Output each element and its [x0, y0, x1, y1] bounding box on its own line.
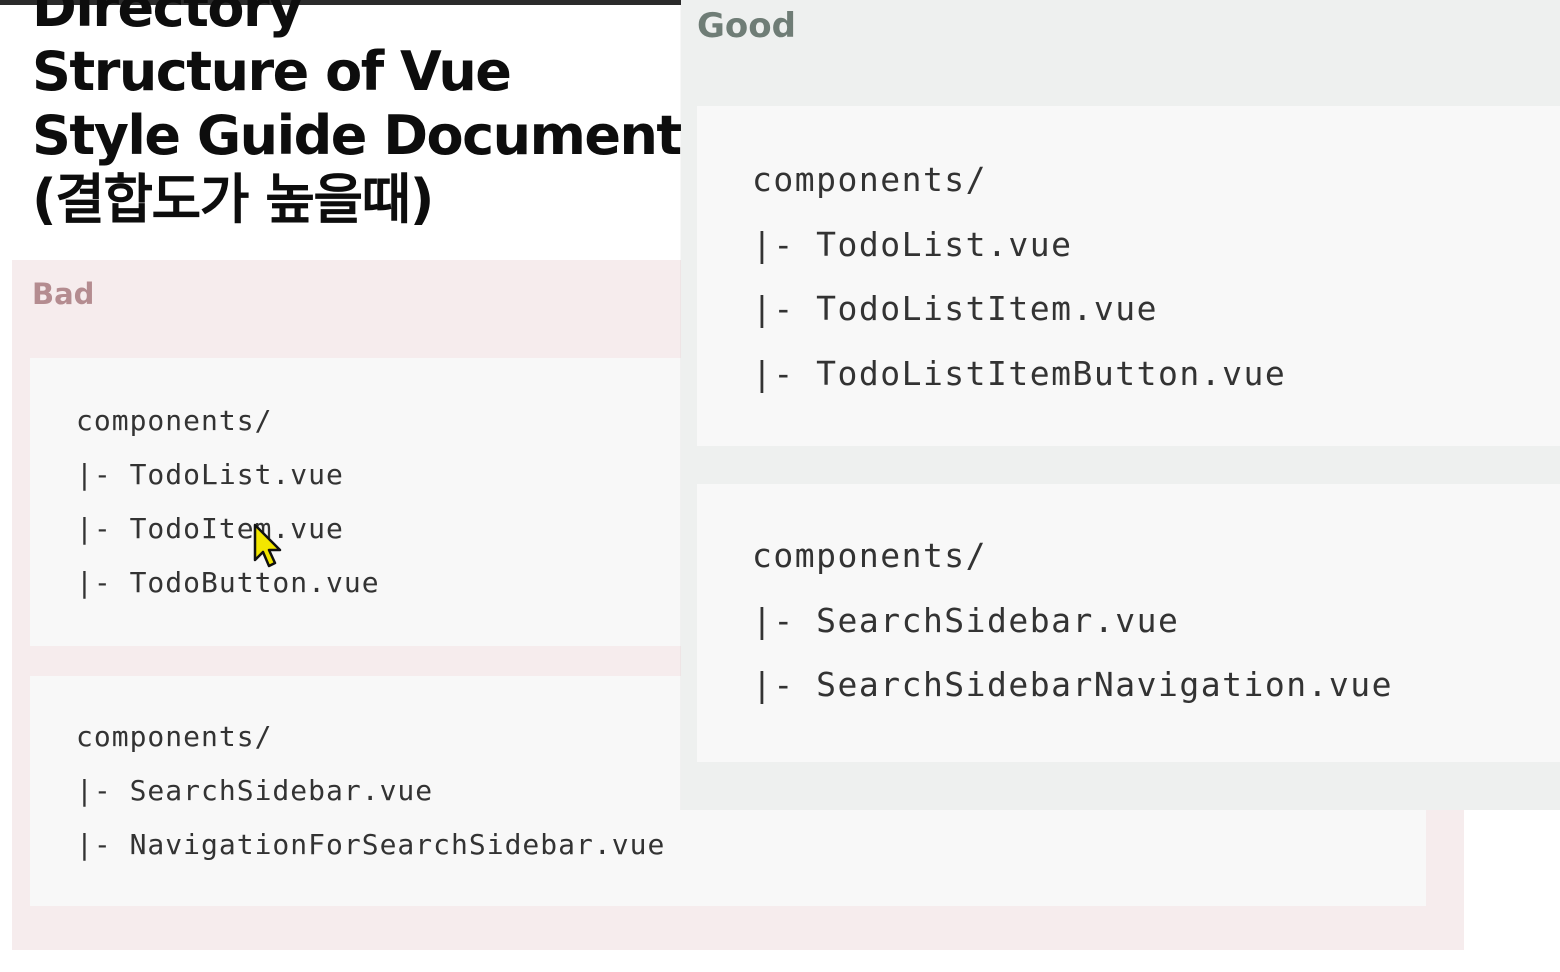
good-label: Good [697, 6, 796, 46]
code-line: |- SearchSidebar.vue [752, 600, 1180, 640]
code-line: |- TodoList.vue [76, 458, 344, 491]
good-example-section: Good components/ |- TodoList.vue |- Todo… [681, 0, 1560, 810]
code-line: |- SearchSidebar.vue [76, 774, 434, 807]
code-line: components/ [752, 536, 988, 575]
code-line: components/ [76, 404, 273, 437]
page-title-line: (결합도가 높을때) [32, 168, 434, 231]
code-line: |- TodoListItemButton.vue [752, 353, 1287, 393]
code-line: |- TodoButton.vue [76, 566, 380, 599]
page-title: Directory Structure of Vue Style Guide D… [32, 0, 682, 232]
page-title-line: Style Guide Document [32, 104, 682, 167]
code-line: |- TodoItem.vue [76, 512, 344, 545]
page-title-line: Directory [32, 0, 303, 39]
code-line: |- NavigationForSearchSidebar.vue [76, 828, 666, 861]
code-line: |- TodoList.vue [752, 224, 1073, 264]
page-title-line: Structure of Vue [32, 40, 512, 103]
code-line: |- TodoListItem.vue [752, 289, 1158, 328]
code-line: |- SearchSidebarNavigation.vue [752, 665, 1394, 704]
mouse-pointer-icon [253, 523, 282, 568]
code-line: components/ [752, 160, 988, 199]
good-code-block-todo: components/ |- TodoList.vue |- TodoListI… [697, 106, 1560, 446]
code-listing: components/ |- TodoList.vue |- TodoListI… [752, 148, 1286, 406]
code-listing: components/ |- TodoList.vue |- TodoItem.… [76, 394, 380, 610]
code-line: components/ [76, 720, 273, 753]
code-listing: components/ |- SearchSidebar.vue |- Navi… [76, 710, 665, 872]
code-listing: components/ |- SearchSidebar.vue |- Sear… [752, 524, 1393, 718]
bad-label: Bad [32, 277, 95, 311]
good-code-block-search: components/ |- SearchSidebar.vue |- Sear… [697, 484, 1560, 762]
